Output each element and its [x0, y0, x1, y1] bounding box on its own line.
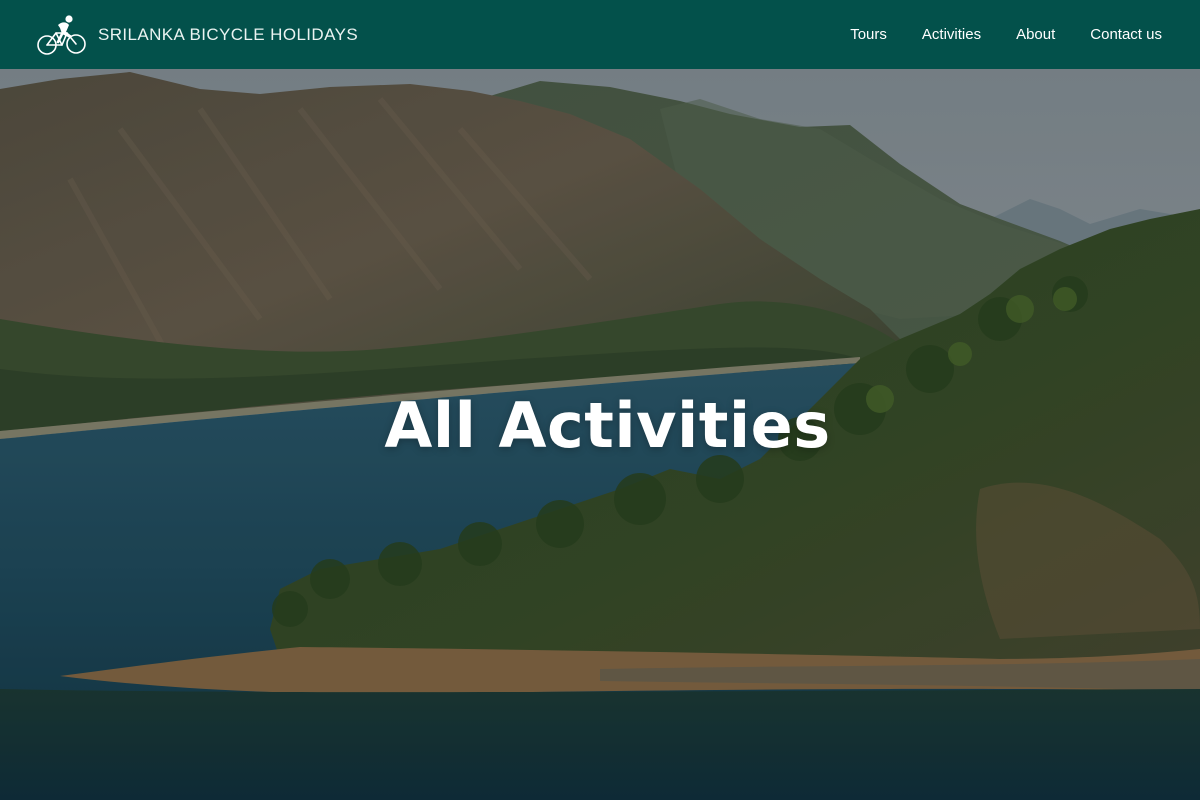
main-nav: Tours Activities About Contact us: [850, 26, 1162, 44]
nav-link-activities[interactable]: Activities: [922, 26, 981, 43]
brand-home-link[interactable]: SRILANKA BICYCLE HOLIDAYS: [36, 12, 358, 58]
site-header: SRILANKA BICYCLE HOLIDAYS Tours Activiti…: [0, 0, 1200, 69]
nav-link-tours[interactable]: Tours: [850, 26, 887, 43]
nav-item-contact: Contact us: [1090, 26, 1162, 44]
nav-item-tours: Tours: [850, 26, 887, 44]
nav-item-about: About: [1016, 26, 1055, 44]
nav-link-contact-us[interactable]: Contact us: [1090, 26, 1162, 43]
nav-link-about[interactable]: About: [1016, 26, 1055, 43]
hero-section: All Activities: [0, 69, 1200, 800]
nav-item-activities: Activities: [922, 26, 981, 44]
page: SRILANKA BICYCLE HOLIDAYS Tours Activiti…: [0, 0, 1200, 800]
page-title: All Activities: [384, 389, 831, 462]
cyclist-icon: [37, 14, 86, 55]
brand-name: SRILANKA BICYCLE HOLIDAYS: [98, 24, 359, 44]
